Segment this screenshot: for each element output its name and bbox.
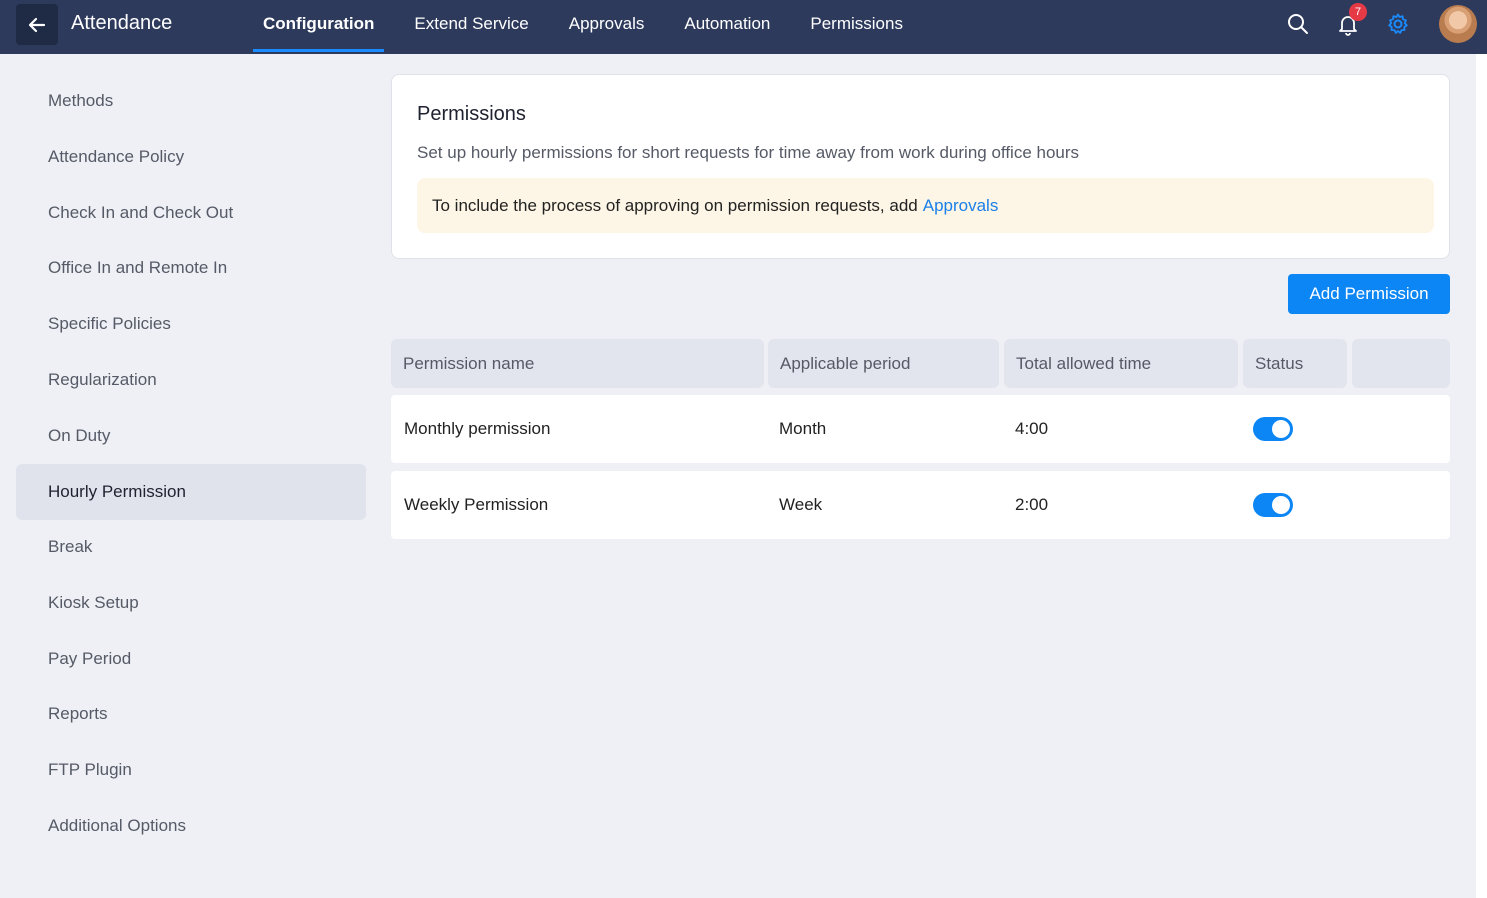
search-icon[interactable]: [1286, 12, 1310, 36]
approval-note-text: To include the process of approving on p…: [432, 195, 918, 215]
column-header-permission-name: Permission name: [391, 339, 764, 388]
column-header-status: Status: [1243, 339, 1347, 388]
tab-permissions[interactable]: Permissions: [800, 0, 913, 54]
approvals-link[interactable]: Approvals: [923, 196, 999, 216]
back-button[interactable]: [16, 4, 58, 45]
tab-configuration[interactable]: Configuration: [253, 0, 385, 54]
sidebar-item-kiosk-setup[interactable]: Kiosk Setup: [16, 575, 366, 631]
top-navigation-bar: Attendance Configuration Extend Service …: [0, 0, 1487, 54]
column-header-total-allowed-time: Total allowed time: [1004, 339, 1238, 388]
tab-automation[interactable]: Automation: [674, 0, 780, 54]
sidebar-item-hourly-permission[interactable]: Hourly Permission: [16, 464, 366, 520]
tab-extend-service[interactable]: Extend Service: [404, 0, 538, 54]
scrollbar-track[interactable]: [1476, 54, 1487, 898]
notification-badge: 7: [1349, 3, 1367, 21]
total-allowed-time-cell: 2:00: [1015, 495, 1049, 514]
column-header-applicable-period: Applicable period: [768, 339, 999, 388]
permissions-info-card: Permissions Set up hourly permissions fo…: [391, 74, 1450, 259]
sidebar-item-reports[interactable]: Reports: [16, 686, 366, 742]
gear-icon[interactable]: [1386, 12, 1410, 36]
back-arrow-icon: [28, 17, 46, 32]
main-content: Permissions Set up hourly permissions fo…: [380, 54, 1476, 898]
sidebar-item-on-duty[interactable]: On Duty: [16, 408, 366, 464]
nav-tabs: Configuration Extend Service Approvals A…: [253, 0, 933, 54]
user-avatar[interactable]: [1439, 5, 1477, 43]
add-permission-button[interactable]: Add Permission: [1288, 274, 1450, 314]
sidebar-item-pay-period[interactable]: Pay Period: [16, 631, 366, 687]
app-title: Attendance: [71, 11, 173, 34]
status-toggle[interactable]: [1253, 493, 1293, 517]
sidebar-item-office-remote-in[interactable]: Office In and Remote In: [16, 240, 366, 296]
toggle-knob: [1272, 496, 1290, 514]
tab-approvals[interactable]: Approvals: [559, 0, 655, 54]
permission-name-cell: Monthly permission: [404, 419, 551, 438]
sidebar-item-break[interactable]: Break: [16, 519, 366, 575]
status-toggle[interactable]: [1253, 417, 1293, 441]
table-row[interactable]: Weekly Permission Week 2:00: [391, 471, 1450, 539]
sidebar: Methods Attendance Policy Check In and C…: [0, 54, 380, 898]
toggle-knob: [1272, 420, 1290, 438]
sidebar-item-attendance-policy[interactable]: Attendance Policy: [16, 129, 366, 185]
sidebar-item-regularization[interactable]: Regularization: [16, 352, 366, 408]
section-description: Set up hourly permissions for short requ…: [417, 143, 1080, 162]
sidebar-item-methods[interactable]: Methods: [16, 73, 366, 129]
column-header-actions: [1352, 339, 1450, 388]
applicable-period-cell: Month: [779, 419, 827, 438]
sidebar-item-additional-options[interactable]: Additional Options: [16, 798, 366, 854]
total-allowed-time-cell: 4:00: [1015, 419, 1049, 438]
approval-note: To include the process of approving on p…: [417, 178, 1434, 233]
permission-name-cell: Weekly Permission: [404, 495, 549, 514]
sidebar-item-ftp-plugin[interactable]: FTP Plugin: [16, 742, 366, 798]
sidebar-item-specific-policies[interactable]: Specific Policies: [16, 296, 366, 352]
sidebar-item-check-in-check-out[interactable]: Check In and Check Out: [16, 185, 366, 241]
section-title: Permissions: [417, 103, 526, 125]
table-row[interactable]: Monthly permission Month 4:00: [391, 395, 1450, 463]
applicable-period-cell: Week: [779, 495, 823, 514]
